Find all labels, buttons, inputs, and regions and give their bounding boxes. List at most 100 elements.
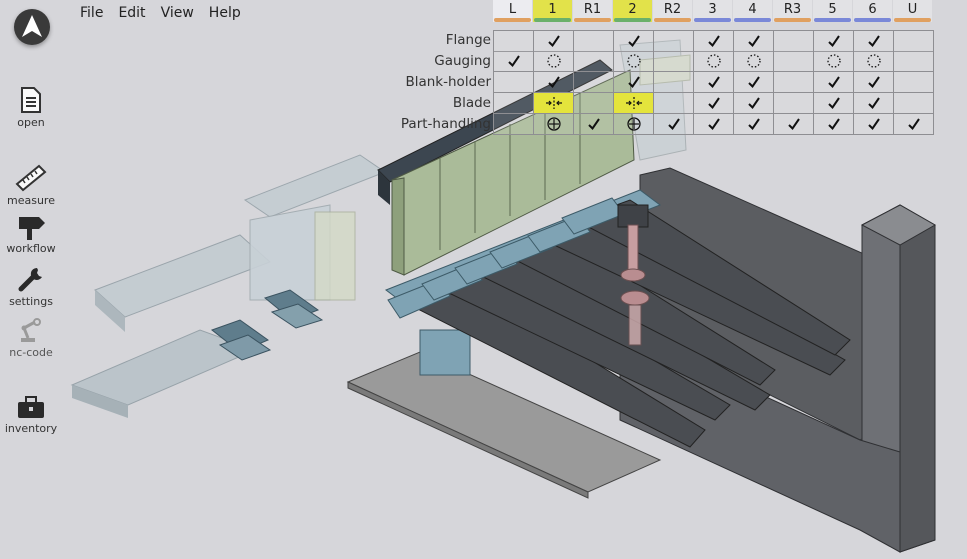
table-cell[interactable] xyxy=(814,51,854,72)
table-cell[interactable] xyxy=(694,51,734,72)
table-cell[interactable] xyxy=(814,93,854,114)
table-cell[interactable] xyxy=(854,30,894,52)
table-cell[interactable] xyxy=(894,30,934,52)
table-cell[interactable] xyxy=(614,114,654,135)
open-label: open xyxy=(17,116,45,129)
table-cell[interactable] xyxy=(493,51,534,72)
table-cell[interactable] xyxy=(534,30,574,52)
table-cell[interactable] xyxy=(734,93,774,114)
operation-row-part-handling: Part-handling xyxy=(400,114,934,135)
table-cell[interactable] xyxy=(534,72,574,93)
table-cell[interactable] xyxy=(694,93,734,114)
check-icon xyxy=(707,97,720,110)
table-cell[interactable] xyxy=(614,93,654,114)
operation-row-flange: Flange xyxy=(400,30,934,52)
table-cell[interactable] xyxy=(734,51,774,72)
column-header-label: L xyxy=(508,2,517,17)
table-cell[interactable] xyxy=(534,93,574,114)
table-cell[interactable] xyxy=(574,93,614,114)
table-cell[interactable] xyxy=(493,93,534,114)
open-button[interactable]: open xyxy=(0,86,62,129)
table-cell[interactable] xyxy=(854,93,894,114)
table-cell[interactable] xyxy=(854,72,894,93)
table-cell[interactable] xyxy=(894,93,934,114)
table-cell[interactable] xyxy=(814,72,854,93)
table-cell[interactable] xyxy=(814,30,854,52)
menu-view[interactable]: View xyxy=(161,4,194,24)
table-cell[interactable] xyxy=(493,30,534,52)
table-cell[interactable] xyxy=(574,30,614,52)
table-cell[interactable] xyxy=(774,114,814,135)
column-header-4[interactable]: 4 xyxy=(733,0,772,22)
table-cell[interactable] xyxy=(614,51,654,72)
column-header-6[interactable]: 6 xyxy=(853,0,892,22)
table-cell[interactable] xyxy=(493,114,534,135)
column-header-l[interactable]: L xyxy=(493,0,532,22)
table-cell[interactable] xyxy=(894,114,934,135)
table-cell[interactable] xyxy=(734,72,774,93)
nc-code-button[interactable]: nc-code xyxy=(0,316,62,359)
check-icon xyxy=(667,118,680,131)
menu-file[interactable]: File xyxy=(80,4,103,24)
table-cell[interactable] xyxy=(574,114,614,135)
table-cell[interactable] xyxy=(614,30,654,52)
operation-row-gauging: Gauging xyxy=(400,51,934,72)
workflow-label: workflow xyxy=(6,242,56,255)
table-cell[interactable] xyxy=(654,51,694,72)
table-cell[interactable] xyxy=(654,93,694,114)
check-icon xyxy=(827,76,840,89)
operation-row-blade: Blade xyxy=(400,93,934,114)
table-cell[interactable] xyxy=(774,30,814,52)
table-cell[interactable] xyxy=(574,51,614,72)
check-icon xyxy=(827,118,840,131)
column-header-r3[interactable]: R3 xyxy=(773,0,812,22)
table-cell[interactable] xyxy=(654,114,694,135)
measure-label: measure xyxy=(7,194,55,207)
operation-row-blank-holder: Blank-holder xyxy=(400,72,934,93)
column-header-1[interactable]: 1 xyxy=(533,0,572,22)
table-cell[interactable] xyxy=(694,72,734,93)
table-cell[interactable] xyxy=(774,51,814,72)
operation-rows: Flange Gauging Blank-holder Blade Part-handl… xyxy=(400,30,934,135)
table-cell[interactable] xyxy=(614,72,654,93)
table-cell[interactable] xyxy=(894,51,934,72)
table-cell[interactable] xyxy=(734,114,774,135)
measure-button[interactable]: measure xyxy=(0,164,62,207)
table-cell[interactable] xyxy=(694,114,734,135)
workflow-button[interactable]: workflow xyxy=(0,214,62,255)
group-bar xyxy=(854,18,891,22)
table-cell[interactable] xyxy=(574,72,614,93)
table-cell[interactable] xyxy=(493,72,534,93)
table-cell[interactable] xyxy=(854,114,894,135)
inventory-button[interactable]: inventory xyxy=(0,394,62,435)
column-header-u[interactable]: U xyxy=(893,0,932,22)
column-header-r2[interactable]: R2 xyxy=(653,0,692,22)
dotted-circle-icon xyxy=(626,54,641,68)
table-cell[interactable] xyxy=(774,93,814,114)
table-cell[interactable] xyxy=(854,51,894,72)
table-cell[interactable] xyxy=(534,114,574,135)
nc-code-label: nc-code xyxy=(9,346,53,359)
column-header-label: 2 xyxy=(628,2,637,17)
menu-edit[interactable]: Edit xyxy=(118,4,145,24)
check-icon xyxy=(547,76,560,89)
table-cell[interactable] xyxy=(814,114,854,135)
settings-label: settings xyxy=(9,295,53,308)
column-header-3[interactable]: 3 xyxy=(693,0,732,22)
table-cell[interactable] xyxy=(534,51,574,72)
table-cell[interactable] xyxy=(654,72,694,93)
table-cell[interactable] xyxy=(774,72,814,93)
check-icon xyxy=(627,76,640,89)
table-cell[interactable] xyxy=(654,30,694,52)
table-cell[interactable] xyxy=(734,30,774,52)
table-cell[interactable] xyxy=(894,72,934,93)
app-logo[interactable] xyxy=(14,9,50,45)
menu-help[interactable]: Help xyxy=(209,4,241,24)
column-header-5[interactable]: 5 xyxy=(813,0,852,22)
settings-button[interactable]: settings xyxy=(0,265,62,308)
table-cell[interactable] xyxy=(694,30,734,52)
column-header-r1[interactable]: R1 xyxy=(573,0,612,22)
column-header-2[interactable]: 2 xyxy=(613,0,652,22)
robot-arm-icon xyxy=(21,318,41,342)
toolbox-icon xyxy=(18,396,44,418)
